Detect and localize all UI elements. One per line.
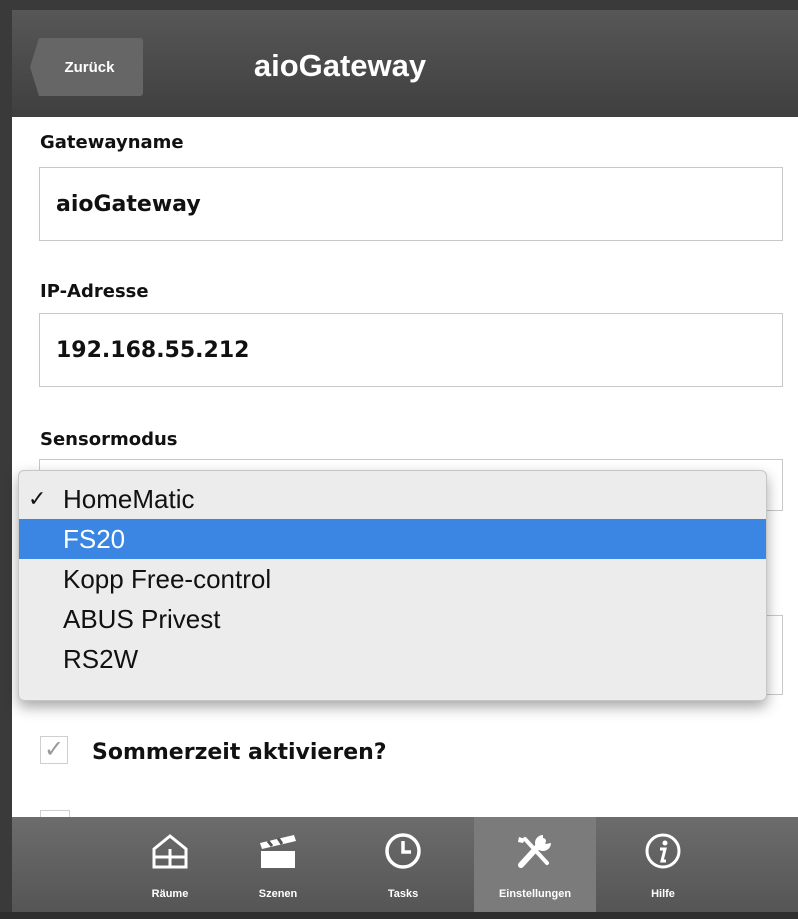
tab-raeume[interactable]: Räume	[122, 817, 218, 912]
info-icon	[645, 833, 681, 869]
tab-label: Hilfe	[651, 888, 675, 900]
sensormode-label: Sensormodus	[40, 429, 178, 450]
option-label: FS20	[63, 524, 126, 554]
ip-address-label: IP-Adresse	[40, 281, 149, 302]
ip-address-field[interactable]: 192.168.55.212	[39, 313, 783, 387]
option-label: HomeMatic	[63, 484, 195, 514]
gatewayname-label: Gatewayname	[40, 132, 184, 153]
tab-hilfe[interactable]: Hilfe	[620, 817, 706, 912]
page-title-text: aioGateway	[253, 48, 427, 83]
tab-szenen[interactable]: Szenen	[230, 817, 326, 912]
sensormode-dropdown-menu: ✓ HomeMatic FS20 Kopp Free-control ABUS …	[18, 470, 767, 701]
gatewayname-field[interactable]: aioGateway	[39, 167, 783, 241]
option-homematic[interactable]: ✓ HomeMatic	[19, 479, 766, 519]
daylight-saving-checkbox[interactable]: ✓	[40, 736, 68, 764]
clock-icon	[385, 833, 421, 869]
house-icon	[152, 834, 188, 869]
option-fs20[interactable]: FS20	[19, 519, 766, 559]
tab-label: Tasks	[387, 888, 419, 900]
tab-label: Einstellungen	[498, 888, 572, 900]
option-kopp-free-control[interactable]: Kopp Free-control	[19, 559, 766, 599]
option-label: ABUS Privest	[63, 604, 221, 634]
page-title: aioGateway	[12, 48, 798, 84]
option-label: Kopp Free-control	[63, 564, 272, 594]
option-abus-privest[interactable]: ABUS Privest	[19, 599, 766, 639]
tab-bar: Räume Szenen Tasks Einstellungen Hilfe	[12, 817, 798, 912]
tab-einstellungen[interactable]: Einstellungen	[474, 817, 596, 912]
tools-icon	[518, 835, 551, 868]
clapperboard-icon	[260, 835, 296, 868]
window-frame-top	[0, 0, 798, 10]
checkmark-icon: ✓	[28, 486, 47, 511]
window-frame-left	[0, 0, 12, 919]
tab-label: Räume	[151, 888, 189, 900]
daylight-saving-label: Sommerzeit aktivieren?	[92, 740, 387, 765]
window-frame-bottom	[0, 912, 798, 919]
option-label: RS2W	[63, 644, 139, 674]
settings-form: Gatewayname aioGateway IP-Adresse 192.16…	[12, 117, 798, 817]
option-rs2w[interactable]: RS2W	[19, 639, 766, 679]
tab-tasks[interactable]: Tasks	[358, 817, 448, 912]
tab-label: Szenen	[258, 888, 298, 900]
